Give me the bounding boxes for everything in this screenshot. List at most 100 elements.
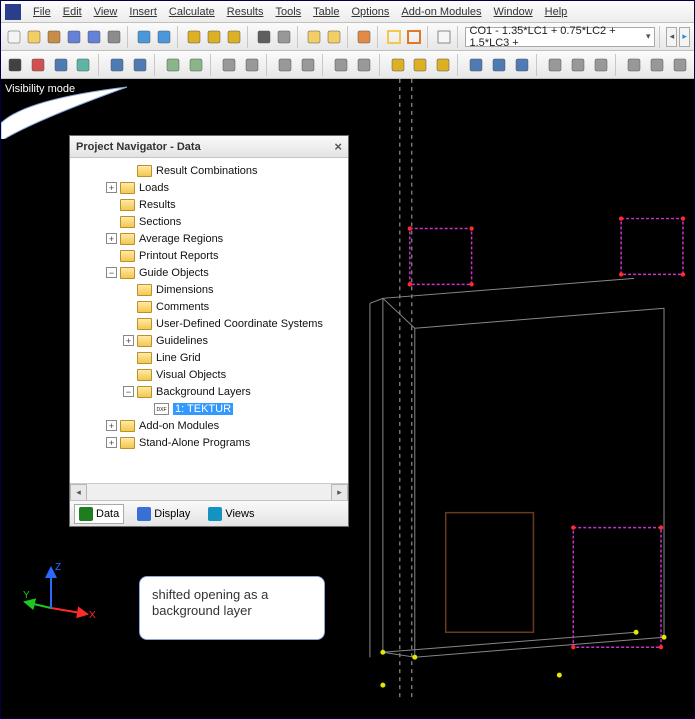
sel-c-icon[interactable] [512, 54, 533, 76]
tree-row[interactable]: Dimensions [72, 281, 346, 298]
view-iso-icon[interactable] [545, 54, 566, 76]
tree-row[interactable]: Sections [72, 213, 346, 230]
menu-bar: File Edit View Insert Calculate Results Tools T… [1, 1, 694, 23]
combo-next-button[interactable]: ▸ [679, 27, 690, 47]
menu-help[interactable]: Help [545, 6, 568, 18]
filter-c-icon[interactable] [433, 54, 454, 76]
folder-icon [137, 369, 152, 381]
calculate-icon[interactable] [185, 26, 203, 48]
refine-icon[interactable] [354, 54, 375, 76]
page-c-icon[interactable] [435, 26, 453, 48]
view-xz-icon[interactable] [590, 54, 611, 76]
snap-icon[interactable] [255, 26, 273, 48]
menu-options[interactable]: Options [351, 6, 389, 18]
filter-a-icon[interactable] [387, 54, 408, 76]
mesh-icon[interactable] [331, 54, 352, 76]
tree-row[interactable]: User-Defined Coordinate Systems [72, 315, 346, 332]
tree-row[interactable]: +Add-on Modules [72, 417, 346, 434]
load-combination-combo[interactable]: CO1 - 1.35*LC1 + 0.75*LC2 + 1.5*LC3 + [465, 27, 655, 47]
panel-tabs: Data Display Views [70, 500, 348, 526]
view-xy-icon[interactable] [568, 54, 589, 76]
panel-tab-display[interactable]: Display [132, 504, 195, 524]
doc-b-icon[interactable] [325, 26, 343, 48]
page-b-icon[interactable] [405, 26, 423, 48]
expander-icon[interactable]: + [106, 182, 117, 193]
tree-row[interactable]: Comments [72, 298, 346, 315]
panel-tab-data[interactable]: Data [74, 504, 124, 524]
menu-tools[interactable]: Tools [275, 6, 301, 18]
tree-row[interactable]: Printout Reports [72, 247, 346, 264]
doc-a-icon[interactable] [305, 26, 323, 48]
win-c-icon[interactable] [669, 54, 690, 76]
scroll-right-icon[interactable]: ▸ [331, 484, 348, 501]
expander-icon[interactable]: − [123, 386, 134, 397]
tree-row[interactable]: Line Grid [72, 349, 346, 366]
panel-title-text: Project Navigator - Data [76, 141, 201, 153]
save-all-icon[interactable] [85, 26, 103, 48]
tree-row[interactable]: +Loads [72, 179, 346, 196]
load-line-icon[interactable] [129, 54, 150, 76]
tree-row[interactable]: DXF1: TEKTUR [72, 400, 346, 417]
expander-icon[interactable]: + [123, 335, 134, 346]
model-icon[interactable] [45, 26, 63, 48]
axis-gizmo: X Y Z [23, 560, 93, 630]
tree-row[interactable]: −Background Layers [72, 383, 346, 400]
expander-icon[interactable]: + [106, 420, 117, 431]
print-icon[interactable] [105, 26, 123, 48]
support-a-icon[interactable] [163, 54, 184, 76]
mirror-icon[interactable] [242, 54, 263, 76]
dimension-icon[interactable] [225, 26, 243, 48]
member-icon[interactable] [50, 54, 71, 76]
toolbar-tools [1, 51, 694, 79]
scroll-left-icon[interactable]: ◂ [70, 484, 87, 501]
tree-row[interactable]: +Stand-Alone Programs [72, 434, 346, 451]
expander-icon[interactable]: + [106, 437, 117, 448]
tree-hscrollbar[interactable]: ◂ ▸ [70, 483, 348, 500]
menu-insert[interactable]: Insert [129, 6, 157, 18]
node-icon[interactable] [28, 54, 49, 76]
close-icon[interactable]: × [334, 139, 342, 154]
menu-file[interactable]: File [33, 6, 51, 18]
menu-window[interactable]: Window [494, 6, 533, 18]
win-a-icon[interactable] [624, 54, 645, 76]
page-a-icon[interactable] [385, 26, 403, 48]
cursor-icon[interactable] [5, 54, 26, 76]
expander-icon[interactable]: + [106, 233, 117, 244]
menu-add-on-modules[interactable]: Add-on Modules [401, 6, 481, 18]
open-icon[interactable] [25, 26, 43, 48]
save-icon[interactable] [65, 26, 83, 48]
support-b-icon[interactable] [185, 54, 206, 76]
sel-a-icon[interactable] [466, 54, 487, 76]
results-icon[interactable] [355, 26, 373, 48]
menu-results[interactable]: Results [227, 6, 264, 18]
menu-view[interactable]: View [94, 6, 118, 18]
menu-calculate[interactable]: Calculate [169, 6, 215, 18]
load-node-icon[interactable] [107, 54, 128, 76]
menu-edit[interactable]: Edit [63, 6, 82, 18]
tree-row[interactable]: +Average Regions [72, 230, 346, 247]
tree-row[interactable]: Visual Objects [72, 366, 346, 383]
tree-row[interactable]: Result Combinations [72, 162, 346, 179]
panel-titlebar[interactable]: Project Navigator - Data × [70, 136, 348, 158]
copy-icon[interactable] [219, 54, 240, 76]
rotate-icon[interactable] [275, 54, 296, 76]
tree-row[interactable]: −Guide Objects [72, 264, 346, 281]
win-b-icon[interactable] [646, 54, 667, 76]
surface-icon[interactable] [73, 54, 94, 76]
sel-b-icon[interactable] [489, 54, 510, 76]
tree-row[interactable]: +Guidelines [72, 332, 346, 349]
tree-view[interactable]: Result Combinations+LoadsResultsSections… [70, 158, 348, 483]
tree-row[interactable]: Results [72, 196, 346, 213]
grid-icon[interactable] [275, 26, 293, 48]
combo-prev-button[interactable]: ◂ [666, 27, 677, 47]
redo-icon[interactable] [155, 26, 173, 48]
highlight-icon[interactable] [205, 26, 223, 48]
expander-icon[interactable]: − [106, 267, 117, 278]
panel-tab-views[interactable]: Views [203, 504, 259, 524]
panel-tab-label: Display [154, 508, 190, 520]
new-icon[interactable] [5, 26, 23, 48]
undo-icon[interactable] [135, 26, 153, 48]
scale-icon[interactable] [298, 54, 319, 76]
menu-table[interactable]: Table [313, 6, 339, 18]
filter-b-icon[interactable] [410, 54, 431, 76]
